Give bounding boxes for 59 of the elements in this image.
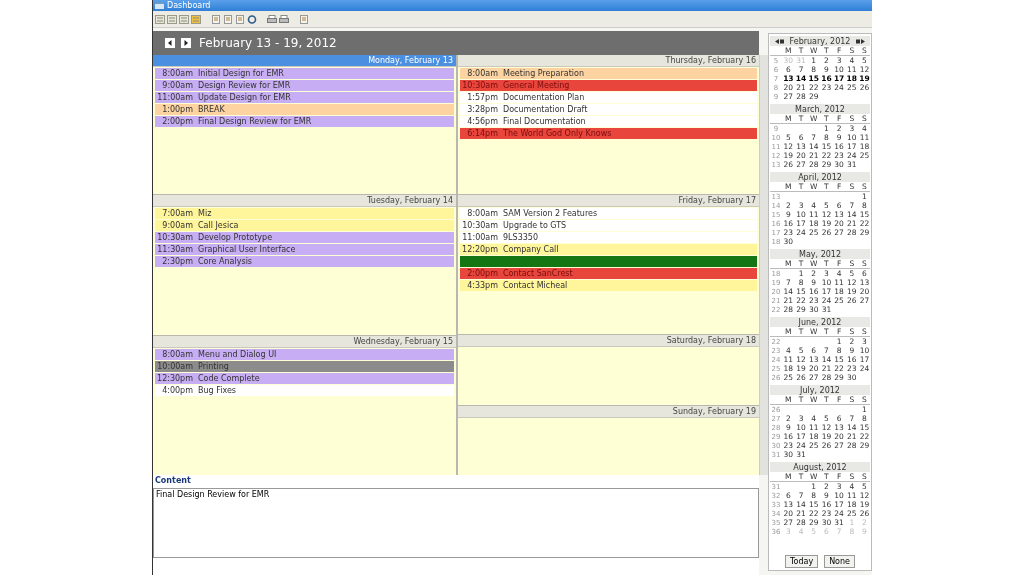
previous-month-icon[interactable] [774, 38, 784, 44]
event-row[interactable]: 1:57pm Documentation Plan [460, 92, 757, 103]
event-row[interactable]: 7:00am Miz [155, 208, 454, 220]
event-row[interactable]: 8:00am Meeting Preparation [460, 68, 757, 79]
day-header[interactable]: Tuesday, February 14 [153, 195, 456, 208]
event-row[interactable]: 8:00am Initial Design for EMR [155, 68, 454, 79]
day-header[interactable]: Wednesday, February 15 [153, 335, 456, 348]
event-row[interactable]: 11:30am Graphical User Interface [155, 244, 454, 256]
event-row[interactable]: 8:00am SAM Version 2 Features [460, 208, 757, 219]
view-icon[interactable] [191, 14, 201, 24]
event-row[interactable]: 10:30am Develop Prototype [155, 232, 454, 244]
event-row[interactable]: 11:00am 9LS3350 [460, 232, 757, 243]
calendar-button[interactable]: Today [785, 555, 819, 568]
day-header[interactable]: Thursday, February 16 [458, 55, 759, 67]
document-icon[interactable] [235, 14, 245, 24]
event-row[interactable]: 4:00pm Bug Fixes [155, 384, 454, 396]
event-row[interactable]: 1:00pm BREAK [155, 104, 454, 115]
event-row[interactable]: 2:00pm Final Design Review for EMR [155, 116, 454, 127]
event-row[interactable]: 11:00am Update Design for EMR [155, 92, 454, 103]
month-title: April, 2012 [798, 172, 842, 182]
previous-icon[interactable] [165, 38, 175, 48]
week-title: February 13 - 19, 2012 [199, 36, 337, 50]
event-row[interactable]: 12:20pm Company Call [460, 244, 757, 255]
document-icon[interactable] [299, 14, 309, 24]
view-icon[interactable] [179, 14, 189, 24]
event-row[interactable]: 3:28pm Documentation Draft [460, 104, 757, 115]
event-row[interactable]: 8:00am Menu and Dialog UI [155, 348, 454, 360]
view-icon[interactable] [155, 14, 165, 24]
day-header[interactable]: Sunday, February 19 [458, 405, 759, 418]
calendar-button[interactable]: None [824, 555, 855, 568]
day-header[interactable]: Friday, February 17 [458, 195, 759, 207]
printer-icon[interactable] [279, 14, 289, 24]
month-title: February, 2012 [789, 36, 851, 46]
event-row[interactable]: 9:00am Design Review for EMR [155, 80, 454, 91]
refresh-icon[interactable] [247, 14, 257, 24]
window-icon [155, 2, 164, 9]
event-row[interactable]: 12:30pm Code Complete [155, 372, 454, 384]
month-title: March, 2012 [795, 104, 845, 114]
event-row[interactable]: 10:30am Upgrade to GTS [460, 220, 757, 231]
month-title: August, 2012 [793, 462, 847, 472]
printer-icon[interactable] [267, 14, 277, 24]
next-month-icon[interactable] [856, 38, 866, 44]
event-row[interactable]: 4:56pm Final Documentation [460, 116, 757, 127]
scrollbar[interactable] [759, 55, 768, 475]
document-icon[interactable] [223, 14, 233, 24]
document-icon[interactable] [211, 14, 221, 24]
content-label: Content [154, 475, 192, 487]
window-title: Dashboard [167, 1, 211, 10]
event-row[interactable]: 9:00am Call Jesica [155, 220, 454, 232]
view-icon[interactable] [167, 14, 177, 24]
event-row[interactable]: 4:33pm Contact Micheal [460, 280, 757, 291]
next-icon[interactable] [181, 38, 191, 48]
month-title: May, 2012 [799, 249, 841, 259]
event-row[interactable]: 10:00am Printing [155, 360, 454, 372]
month-title: July, 2012 [800, 385, 840, 395]
month-title: June, 2012 [798, 317, 842, 327]
event-row[interactable]: 2:30pm Core Analysis [155, 256, 454, 268]
day-header[interactable]: Saturday, February 18 [458, 335, 759, 347]
content-field[interactable]: Final Design Review for EMR [153, 488, 759, 558]
